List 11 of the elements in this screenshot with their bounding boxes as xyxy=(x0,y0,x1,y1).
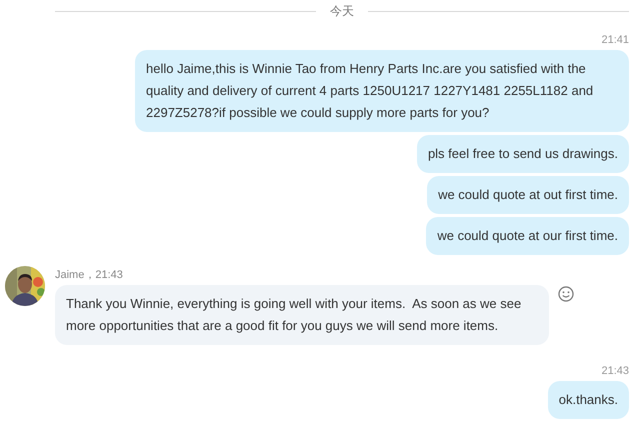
message-bubble: pls feel free to send us drawings. xyxy=(416,135,629,173)
message-bubble: we could quote at out first time. xyxy=(427,176,629,214)
message-bubble: Thank you Winnie, everything is going well with your items. As soon as we see more opportunities that are a good fit for you guys we will send more items. xyxy=(55,285,549,345)
sender-label: Jaime，21:43 xyxy=(55,268,124,282)
message-bubble: ok.thanks. xyxy=(548,381,629,419)
timestamp: 21:41 xyxy=(601,34,629,46)
message-bubble: hello Jaime,this is Winnie Tao from Henry Parts Inc.are you satisfied with the quality and delivery of current 4 parts 1250U1217 1227Y1481 2255L1182 and 2297Z5278?if possible we could supply more parts for you? xyxy=(135,50,629,132)
timestamp: 21:43 xyxy=(601,365,629,377)
date-label: 今天 xyxy=(330,2,354,20)
message-bubble: we could quote at our first time. xyxy=(426,217,629,255)
smiley-icon[interactable] xyxy=(558,286,574,302)
